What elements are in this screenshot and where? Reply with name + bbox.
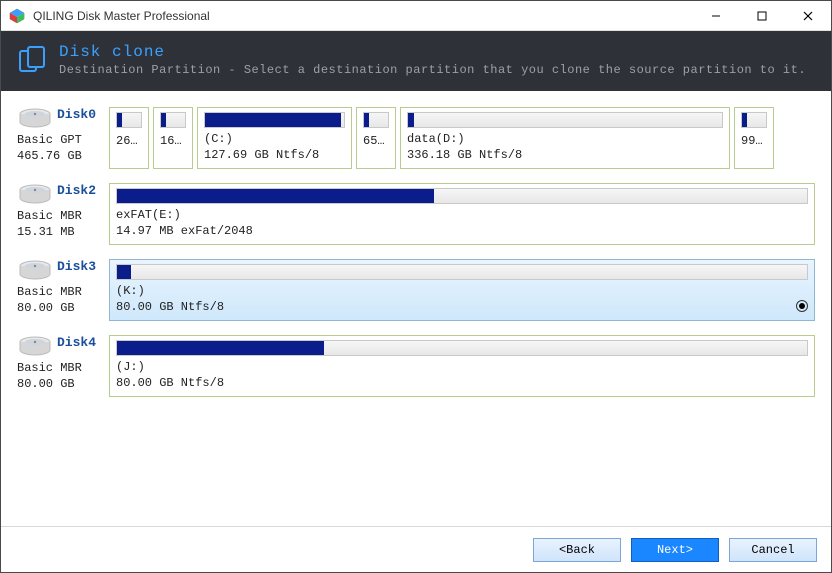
partition-name: (J:) <box>116 360 808 374</box>
app-logo-icon <box>9 8 25 24</box>
clone-icon <box>17 45 49 77</box>
disk-meta: Disk2 Basic MBR 15.31 MB <box>17 183 109 245</box>
page-title: Disk clone <box>59 43 806 61</box>
partition[interactable]: 16... <box>153 107 193 169</box>
partition-desc: 16... <box>160 134 186 148</box>
partition[interactable]: (K:) 80.00 GB Ntfs/8 <box>109 259 815 321</box>
partition-desc: 80.00 GB Ntfs/8 <box>116 376 224 390</box>
disk-type: Basic MBR <box>17 361 109 375</box>
next-button[interactable]: Next> <box>631 538 719 562</box>
partition[interactable]: (C:) 127.69 GB Ntfs/8 <box>197 107 352 169</box>
disk-meta: Disk4 Basic MBR 80.00 GB <box>17 335 109 397</box>
partition-desc: 80.00 GB Ntfs/8 <box>116 300 224 314</box>
usage-bar <box>741 112 767 128</box>
disk-block: Disk0 Basic GPT 465.76 GB 26... 16... (C:) 127… <box>17 107 815 169</box>
partition-desc: 99... <box>741 134 767 148</box>
selected-radio-icon <box>796 300 808 312</box>
disk-icon <box>17 107 53 131</box>
disk-size: 15.31 MB <box>17 225 109 239</box>
wizard-footer: <Back Next> Cancel <box>1 526 831 572</box>
disk-meta: Disk0 Basic GPT 465.76 GB <box>17 107 109 169</box>
disk-icon <box>17 259 53 283</box>
partition-row: (J:) 80.00 GB Ntfs/8 <box>109 335 815 397</box>
partition[interactable]: 99... <box>734 107 774 169</box>
partition[interactable]: (J:) 80.00 GB Ntfs/8 <box>109 335 815 397</box>
partition-name: exFAT(E:) <box>116 208 808 222</box>
usage-bar <box>116 340 808 356</box>
partition-desc: 127.69 GB Ntfs/8 <box>204 148 319 162</box>
page-subtitle: Destination Partition - Select a destina… <box>59 63 806 77</box>
partition-desc: 65... <box>363 134 389 148</box>
disk-block: Disk3 Basic MBR 80.00 GB (K:) 80.00 GB Ntfs/… <box>17 259 815 321</box>
partition[interactable]: 65... <box>356 107 396 169</box>
disk-name: Disk4 <box>57 335 96 350</box>
close-button[interactable] <box>785 1 831 31</box>
app-window: QILING Disk Master Professional Disk clo… <box>0 0 832 573</box>
partition-desc: 336.18 GB Ntfs/8 <box>407 148 522 162</box>
disk-size: 80.00 GB <box>17 377 109 391</box>
cancel-button[interactable]: Cancel <box>729 538 817 562</box>
partition[interactable]: exFAT(E:) 14.97 MB exFat/2048 <box>109 183 815 245</box>
usage-bar <box>407 112 723 128</box>
partition-name: data(D:) <box>407 132 723 146</box>
disk-size: 465.76 GB <box>17 149 109 163</box>
partition-row: (K:) 80.00 GB Ntfs/8 <box>109 259 815 321</box>
disk-list: Disk0 Basic GPT 465.76 GB 26... 16... (C:) 127… <box>1 91 831 526</box>
partition-desc: 26... <box>116 134 142 148</box>
back-button[interactable]: <Back <box>533 538 621 562</box>
usage-bar <box>116 112 142 128</box>
partition-name: (K:) <box>116 284 808 298</box>
partition-name: (C:) <box>204 132 345 146</box>
usage-bar <box>204 112 345 128</box>
partition-row: exFAT(E:) 14.97 MB exFat/2048 <box>109 183 815 245</box>
disk-block: Disk4 Basic MBR 80.00 GB (J:) 80.00 GB Ntfs/… <box>17 335 815 397</box>
disk-name: Disk0 <box>57 107 96 122</box>
disk-icon <box>17 183 53 207</box>
maximize-button[interactable] <box>739 1 785 31</box>
partition[interactable]: data(D:) 336.18 GB Ntfs/8 <box>400 107 730 169</box>
disk-size: 80.00 GB <box>17 301 109 315</box>
page-header: Disk clone Destination Partition - Selec… <box>1 31 831 91</box>
usage-bar <box>160 112 186 128</box>
disk-type: Basic MBR <box>17 209 109 223</box>
usage-bar <box>116 188 808 204</box>
disk-name: Disk2 <box>57 183 96 198</box>
disk-name: Disk3 <box>57 259 96 274</box>
window-title: QILING Disk Master Professional <box>33 9 210 23</box>
partition-desc: 14.97 MB exFat/2048 <box>116 224 253 238</box>
disk-block: Disk2 Basic MBR 15.31 MB exFAT(E:) 14.97 MB … <box>17 183 815 245</box>
disk-type: Basic MBR <box>17 285 109 299</box>
partition-row: 26... 16... (C:) 127.69 GB Ntfs/8 65... data(… <box>109 107 815 169</box>
usage-bar <box>116 264 808 280</box>
titlebar: QILING Disk Master Professional <box>1 1 831 31</box>
disk-meta: Disk3 Basic MBR 80.00 GB <box>17 259 109 321</box>
minimize-button[interactable] <box>693 1 739 31</box>
usage-bar <box>363 112 389 128</box>
partition[interactable]: 26... <box>109 107 149 169</box>
disk-type: Basic GPT <box>17 133 109 147</box>
disk-icon <box>17 335 53 359</box>
